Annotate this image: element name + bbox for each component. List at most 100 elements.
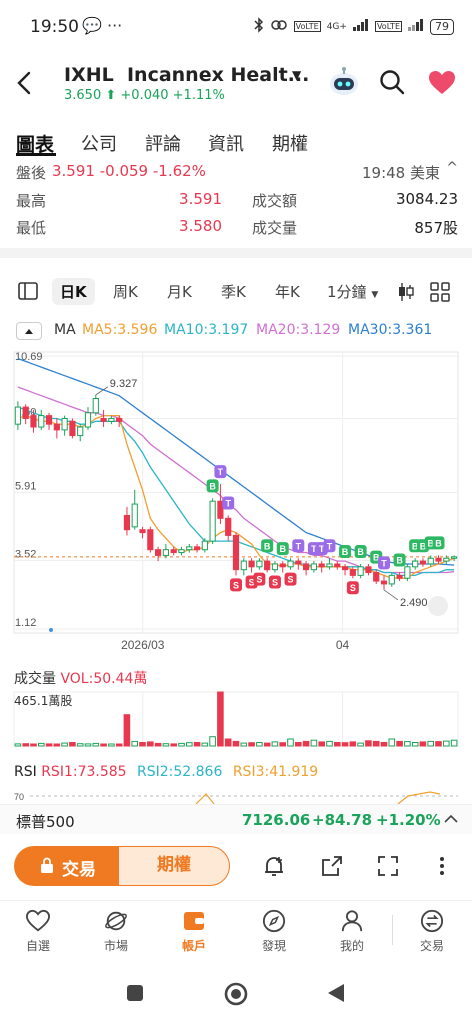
tab-comments[interactable]: 評論 <box>145 130 181 156</box>
volume-bar[interactable] <box>53 743 61 747</box>
options-button[interactable]: 期權 <box>118 846 230 886</box>
volume-bar[interactable] <box>302 740 310 747</box>
candle-body[interactable] <box>178 549 185 554</box>
candle-body[interactable] <box>373 572 380 582</box>
candle-body[interactable] <box>30 415 37 428</box>
candle-body[interactable] <box>108 417 115 422</box>
candle-body[interactable] <box>295 560 302 565</box>
candle-body[interactable] <box>412 560 419 568</box>
volume-bar[interactable] <box>240 742 248 747</box>
back-arrow-icon[interactable] <box>14 68 34 98</box>
volume-bar[interactable] <box>139 742 146 747</box>
volume-bar[interactable] <box>92 742 100 747</box>
candle-body[interactable] <box>435 557 442 562</box>
candle-body[interactable] <box>53 423 60 431</box>
chevron-up-icon[interactable] <box>444 814 458 824</box>
volume-bar[interactable] <box>201 742 209 747</box>
volume-bar[interactable] <box>38 742 45 747</box>
candle-body[interactable] <box>451 556 458 559</box>
candle-body[interactable] <box>287 560 294 568</box>
rsi-chart[interactable]: 70 <box>0 788 472 804</box>
volume-bar[interactable] <box>411 742 419 747</box>
candle-body[interactable] <box>155 549 162 556</box>
candle-body[interactable] <box>45 415 53 425</box>
volume-bar[interactable] <box>186 742 193 747</box>
volume-bar[interactable] <box>178 742 185 747</box>
candle-body[interactable] <box>77 426 84 437</box>
candle-body[interactable] <box>193 546 201 551</box>
favorite-heart-icon[interactable] <box>428 70 456 96</box>
volume-bar[interactable] <box>295 742 302 747</box>
volume-bar[interactable] <box>380 742 388 747</box>
candle-body[interactable] <box>388 574 395 585</box>
robot-assistant-icon[interactable] <box>326 66 362 98</box>
alert-bell-plus-icon[interactable] <box>262 854 286 878</box>
back-triangle-icon[interactable] <box>326 982 346 1004</box>
volume-bar[interactable] <box>217 691 224 747</box>
fullscreen-icon[interactable] <box>376 854 400 878</box>
candle-body[interactable] <box>84 412 92 428</box>
volume-bar[interactable] <box>232 740 240 747</box>
candle-body[interactable] <box>419 560 427 565</box>
volume-bar[interactable] <box>108 743 115 747</box>
volume-bar[interactable] <box>443 740 450 747</box>
search-icon[interactable] <box>378 68 406 96</box>
volume-bar[interactable] <box>388 738 396 747</box>
nav-trade[interactable]: 交易 <box>402 909 462 954</box>
volume-bar[interactable] <box>84 743 92 747</box>
candle-body[interactable] <box>92 398 99 414</box>
volume-bar[interactable] <box>419 741 427 747</box>
grid-layout-icon[interactable] <box>430 282 450 302</box>
candle-body[interactable] <box>186 546 193 551</box>
candle-body[interactable] <box>248 560 255 568</box>
volume-bar[interactable] <box>69 742 76 747</box>
volume-bar[interactable] <box>22 743 29 747</box>
volume-bar[interactable] <box>263 742 271 747</box>
trade-button[interactable]: 交易 <box>14 846 126 886</box>
volume-bar[interactable] <box>279 742 286 747</box>
candle-body[interactable] <box>443 557 450 562</box>
volume-bar[interactable] <box>14 743 22 747</box>
candle-body[interactable] <box>318 563 325 568</box>
candle-body[interactable] <box>209 500 216 542</box>
tab-options[interactable]: 期權 <box>272 130 308 156</box>
volume-bar[interactable] <box>334 742 341 747</box>
candle-body[interactable] <box>22 406 29 419</box>
index-ticker-bar[interactable]: 標普500 7126.06 +84.78 +1.20% <box>0 804 472 834</box>
volume-bar[interactable] <box>45 743 53 747</box>
volume-bar[interactable] <box>209 736 216 747</box>
sidebar-toggle-icon[interactable] <box>18 282 38 300</box>
volume-bar[interactable] <box>287 738 294 747</box>
zoom-button[interactable] <box>428 596 448 616</box>
tab-news[interactable]: 資訊 <box>208 130 244 156</box>
volume-bar[interactable] <box>427 740 434 747</box>
candlestick-icon[interactable] <box>396 282 416 302</box>
volume-bar[interactable] <box>365 740 372 747</box>
candle-body[interactable] <box>271 563 279 571</box>
candle-body[interactable] <box>14 406 21 425</box>
caret-down-icon[interactable]: ▼ <box>292 68 301 82</box>
candle-body[interactable] <box>310 563 317 571</box>
volume-bar[interactable] <box>435 741 442 747</box>
nav-me[interactable]: 我的 <box>322 909 382 954</box>
volume-bar[interactable] <box>100 743 107 747</box>
candle-body[interactable] <box>232 534 240 571</box>
volume-bar[interactable] <box>326 740 333 747</box>
candle-body[interactable] <box>279 563 286 568</box>
candle-body[interactable] <box>264 560 271 571</box>
volume-bar[interactable] <box>115 743 123 747</box>
period-daily[interactable]: 日K <box>52 278 95 305</box>
volume-bar[interactable] <box>61 742 68 747</box>
chevron-up-icon[interactable]: ^ <box>446 160 458 176</box>
period-monthly[interactable]: 月K <box>167 281 192 302</box>
candle-body[interactable] <box>326 563 333 568</box>
candle-body[interactable] <box>147 529 154 551</box>
volume-bar[interactable] <box>30 743 37 747</box>
candle-body[interactable] <box>131 503 138 528</box>
candle-body[interactable] <box>404 566 411 579</box>
kline-chart[interactable]: 10.698.505.913.521.122026/0304BTTSSSBSBS… <box>0 344 472 654</box>
candle-body[interactable] <box>116 417 123 422</box>
candle-body[interactable] <box>123 514 131 531</box>
candle-body[interactable] <box>303 563 310 571</box>
kline-svg[interactable]: 10.698.505.913.521.122026/0304BTTSSSBSBS… <box>0 344 472 654</box>
